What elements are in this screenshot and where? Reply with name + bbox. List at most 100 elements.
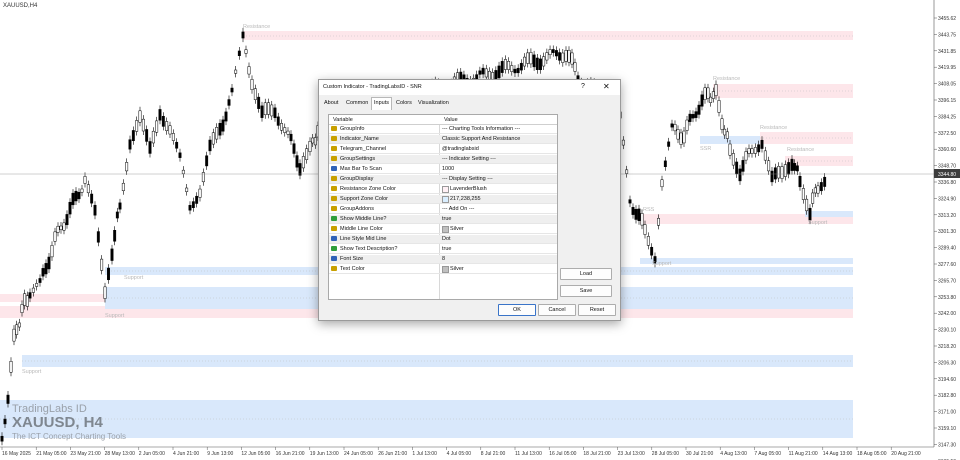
time-label: 16 May 2025 bbox=[2, 451, 31, 457]
inputs-table[interactable]: Variable Value GroupInfo --- Charting Too… bbox=[328, 114, 558, 300]
candle-body bbox=[735, 161, 739, 175]
input-row[interactable]: Telegram_Channel @tradinglabsid bbox=[329, 145, 557, 154]
candle-body bbox=[185, 187, 189, 192]
candle-body bbox=[526, 52, 530, 64]
candle-body bbox=[478, 70, 482, 75]
dialog-title-bar[interactable]: Custom Indicator - TradingLabsID - SNR ?… bbox=[319, 80, 620, 95]
tab-common[interactable]: Common bbox=[344, 98, 370, 109]
candle-body bbox=[731, 153, 735, 166]
candle-body bbox=[481, 67, 485, 75]
input-row[interactable]: GroupInfo --- Charting Tools Information … bbox=[329, 125, 557, 134]
variable-value[interactable]: LavenderBlush bbox=[450, 186, 487, 192]
candle-body bbox=[763, 150, 767, 161]
sr-zone bbox=[243, 31, 853, 40]
variable-value[interactable]: --- Add On --- bbox=[442, 206, 474, 212]
indicator-properties-dialog[interactable]: Custom Indicator - TradingLabsID - SNR ?… bbox=[318, 79, 621, 321]
variable-value[interactable]: 217,238,255 bbox=[450, 196, 481, 202]
variable-name: Show Middle Line? bbox=[340, 216, 387, 222]
price-label: 3301.30 bbox=[938, 229, 956, 235]
candle-body bbox=[9, 361, 13, 373]
color-swatch[interactable] bbox=[442, 226, 449, 233]
column-header-value[interactable]: Value bbox=[444, 117, 458, 123]
candle-body bbox=[125, 162, 129, 172]
tab-visualization[interactable]: Visualization bbox=[416, 98, 451, 109]
ok-button[interactable]: OK bbox=[498, 304, 536, 316]
variable-value[interactable]: Silver bbox=[450, 266, 464, 272]
candle-body bbox=[15, 324, 19, 335]
candle-body bbox=[507, 61, 511, 70]
input-row[interactable]: Font Size 8 bbox=[329, 255, 557, 264]
variable-value[interactable]: true bbox=[442, 246, 451, 252]
input-row[interactable]: Indicator_Name Classic Support And Resist… bbox=[329, 135, 557, 144]
column-header-variable[interactable]: Variable bbox=[333, 117, 353, 123]
candle-body bbox=[103, 286, 107, 299]
candle-body bbox=[289, 133, 293, 142]
input-row[interactable]: GroupSettings --- Indicator Setting --- bbox=[329, 155, 557, 164]
candle-body bbox=[811, 192, 815, 204]
variable-value[interactable]: --- Display Setting --- bbox=[442, 176, 493, 182]
color-swatch[interactable] bbox=[442, 266, 449, 273]
help-button[interactable]: ? bbox=[581, 83, 585, 90]
input-row[interactable]: Max Bar To Scan 1000 bbox=[329, 165, 557, 174]
zone-label: Support bbox=[105, 313, 125, 319]
variable-value[interactable]: 8 bbox=[442, 256, 445, 262]
variable-value[interactable]: Dot bbox=[442, 236, 451, 242]
input-row[interactable]: GroupAddons --- Add On --- bbox=[329, 205, 557, 214]
input-row[interactable]: GroupDisplay --- Display Setting --- bbox=[329, 175, 557, 184]
variable-value[interactable]: Classic Support And Resistance bbox=[442, 136, 520, 142]
input-row[interactable]: Show Text Description? true bbox=[329, 245, 557, 254]
variable-value[interactable]: --- Indicator Setting --- bbox=[442, 156, 496, 162]
input-row[interactable]: Text Color Silver bbox=[329, 265, 557, 274]
input-row[interactable]: Middle Line Color Silver bbox=[329, 225, 557, 234]
price-label: 3443.75 bbox=[938, 32, 956, 38]
time-label: 18 Jul 21:00 bbox=[583, 451, 610, 457]
tab-about[interactable]: About bbox=[322, 98, 340, 109]
time-label: 19 Jun 13:00 bbox=[310, 451, 339, 457]
reset-button[interactable]: Reset bbox=[578, 304, 616, 316]
candle-body bbox=[510, 65, 514, 72]
save-button[interactable]: Save bbox=[560, 285, 612, 297]
color-swatch[interactable] bbox=[442, 196, 449, 203]
tab-colors[interactable]: Colors bbox=[394, 98, 414, 109]
input-row[interactable]: Resistance Zone Color LavenderBlush bbox=[329, 185, 557, 194]
candle-body bbox=[801, 188, 805, 200]
abc-icon bbox=[331, 206, 337, 211]
color-icon bbox=[331, 226, 337, 231]
candle-body bbox=[711, 91, 715, 99]
candle-body bbox=[191, 201, 195, 208]
candle-body bbox=[670, 123, 674, 128]
close-button[interactable]: ✕ bbox=[603, 82, 610, 91]
variable-value[interactable]: true bbox=[442, 216, 451, 222]
candle-body bbox=[195, 195, 199, 204]
variable-value[interactable]: --- Charting Tools Information --- bbox=[442, 126, 520, 132]
input-row[interactable]: Show Middle Line? true bbox=[329, 215, 557, 224]
price-label: 3253.80 bbox=[938, 295, 956, 301]
candle-body bbox=[263, 102, 267, 116]
candle-body bbox=[270, 104, 274, 117]
sr-zone bbox=[760, 132, 853, 144]
load-button[interactable]: Load bbox=[560, 268, 612, 280]
variable-value[interactable]: @tradinglabsid bbox=[442, 146, 479, 152]
candle-body bbox=[725, 131, 729, 139]
candle-body bbox=[181, 169, 185, 175]
candle-body bbox=[145, 129, 149, 142]
color-swatch[interactable] bbox=[442, 186, 449, 193]
candle-body bbox=[311, 137, 315, 144]
candle-body bbox=[757, 144, 761, 153]
price-label: 3277.60 bbox=[938, 262, 956, 268]
candle-body bbox=[747, 148, 751, 154]
variable-value[interactable]: Silver bbox=[450, 226, 464, 232]
sr-zone bbox=[640, 258, 853, 264]
input-row[interactable]: Line Style Mid Line Dot bbox=[329, 235, 557, 244]
sr-zone bbox=[805, 211, 853, 217]
candle-body bbox=[650, 246, 654, 256]
input-row[interactable]: Support Zone Color 217,238,255 bbox=[329, 195, 557, 204]
candle-body bbox=[292, 143, 296, 154]
variable-value[interactable]: 1000 bbox=[442, 166, 454, 172]
color-icon bbox=[331, 196, 337, 201]
tab-inputs[interactable]: Inputs bbox=[371, 97, 392, 110]
candle-body bbox=[65, 214, 69, 226]
cancel-button[interactable]: Cancel bbox=[538, 304, 576, 316]
time-label: 30 Jul 21:00 bbox=[686, 451, 713, 457]
time-label: 11 Aug 21:00 bbox=[789, 451, 818, 457]
